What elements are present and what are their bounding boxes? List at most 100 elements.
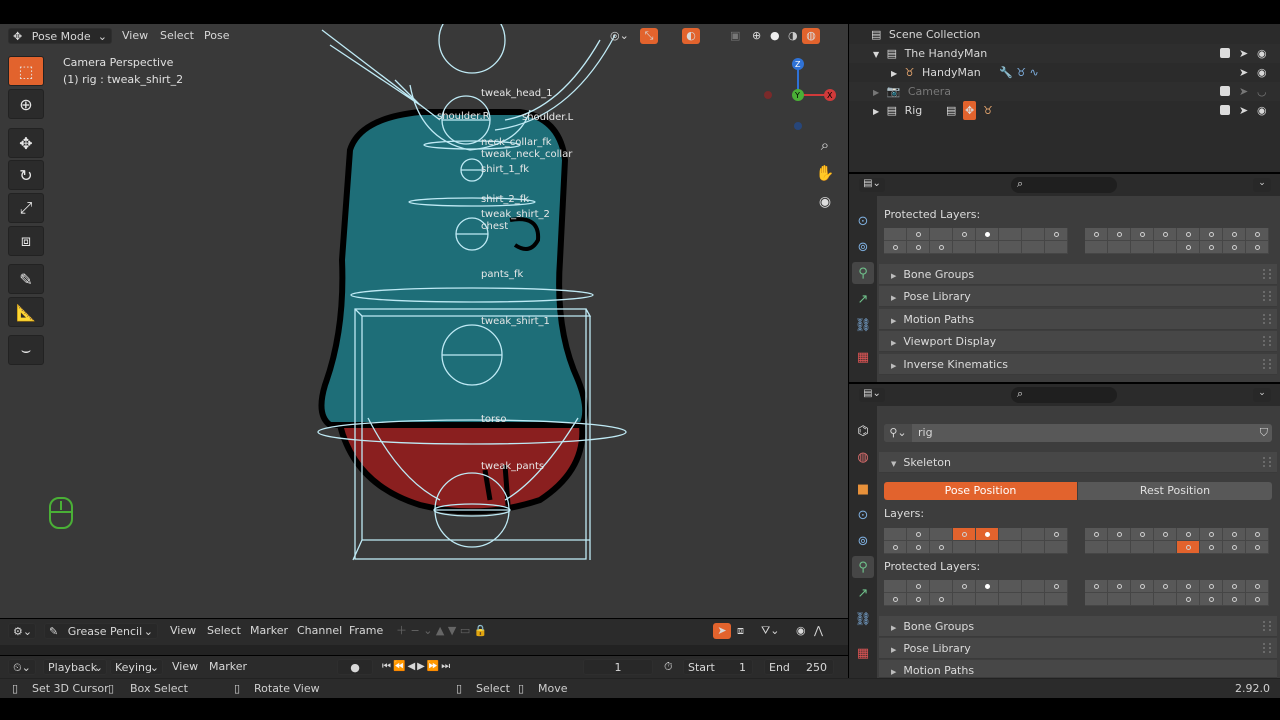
select-arrow-icon[interactable]: ➤ xyxy=(1239,82,1248,101)
layer-toggle[interactable] xyxy=(976,241,999,254)
menu-view[interactable]: View xyxy=(166,623,200,639)
armature-name-field[interactable]: ⚲⌄ rig ⛉ xyxy=(884,424,1272,442)
layer-toggle[interactable] xyxy=(1022,593,1045,606)
layer-toggle[interactable] xyxy=(1108,228,1131,241)
overlay-toggle-icon[interactable]: ◐ xyxy=(682,28,700,44)
end-frame-field[interactable]: End 250 xyxy=(764,659,834,675)
options-chevron-icon[interactable]: ⌄ xyxy=(1253,388,1271,402)
layer-toggle[interactable] xyxy=(1223,528,1246,541)
outliner-row-handyman[interactable]: ▶ ♉ HandyMan 🔧 ♉ ∿ ➤ ◉ xyxy=(849,63,1280,82)
layer-toggle[interactable] xyxy=(1223,228,1246,241)
panel-inverse-kinematics[interactable]: ▶ Inverse Kinematics xyxy=(879,354,1277,375)
protected-layers-grid-a[interactable] xyxy=(884,580,1068,606)
annotate-icon[interactable]: ✎ xyxy=(8,264,44,294)
layer-toggle[interactable] xyxy=(1022,241,1045,254)
layer-toggle[interactable] xyxy=(1246,541,1269,554)
outliner-row-scene-collection[interactable]: ▤ Scene Collection xyxy=(849,25,1280,44)
include-checkbox[interactable] xyxy=(1220,105,1230,115)
mode-dropdown[interactable]: ✥ Pose Mode ⌄ xyxy=(8,28,112,44)
armature-data-tab-icon[interactable]: ⚲ xyxy=(852,262,874,284)
layer-toggle[interactable] xyxy=(884,241,907,254)
gizmo-toggle-icon[interactable]: ⤡ xyxy=(640,28,658,44)
layer-toggle[interactable] xyxy=(1085,241,1108,254)
bone-tab-icon[interactable]: ↗ xyxy=(852,582,874,604)
eye-icon[interactable]: ◉ xyxy=(1257,44,1267,63)
zoom-icon[interactable]: ⌕ xyxy=(814,136,836,158)
record-icon[interactable]: ● xyxy=(337,659,373,675)
layer-toggle[interactable] xyxy=(930,228,953,241)
world-tab-icon[interactable]: ◍ xyxy=(852,446,874,468)
layer-toggle[interactable] xyxy=(976,580,999,593)
material-shading-icon[interactable]: ◑ xyxy=(784,28,802,44)
scale-icon[interactable]: ⤢ xyxy=(8,193,44,223)
layers-grid-b[interactable] xyxy=(1085,528,1269,554)
filter-icon[interactable]: ⛛⌄ xyxy=(757,623,783,639)
layer-toggle[interactable] xyxy=(1200,580,1223,593)
layer-toggle[interactable] xyxy=(1154,228,1177,241)
layer-toggle[interactable] xyxy=(1154,593,1177,606)
layer-toggle[interactable] xyxy=(907,541,930,554)
playback-dropdown[interactable]: Playback ⌄ xyxy=(43,659,107,675)
layer-toggle[interactable] xyxy=(1085,228,1108,241)
layer-toggle[interactable] xyxy=(976,528,999,541)
layer-toggle[interactable] xyxy=(1246,593,1269,606)
layer-toggle[interactable] xyxy=(1154,241,1177,254)
include-checkbox[interactable] xyxy=(1220,86,1230,96)
move-icon[interactable]: ✥ xyxy=(8,128,44,158)
bone-constraint-tab-icon[interactable]: ⛓ xyxy=(852,608,874,630)
layer-toggle[interactable] xyxy=(1223,593,1246,606)
layer-toggle[interactable] xyxy=(999,228,1022,241)
rendered-shading-icon[interactable]: ◍ xyxy=(802,28,820,44)
falloff-icon[interactable]: ⋀ xyxy=(810,623,827,639)
show-errors-icon[interactable]: ⧈ xyxy=(733,623,748,639)
layer-toggle[interactable] xyxy=(1022,541,1045,554)
layer-toggle[interactable] xyxy=(953,528,976,541)
layer-toggle[interactable] xyxy=(1108,241,1131,254)
panel-viewport-display[interactable]: ▶ Viewport Display xyxy=(879,331,1277,352)
armature-data-tab-icon[interactable]: ⚲ xyxy=(852,556,874,578)
layer-toggle[interactable] xyxy=(1108,541,1131,554)
properties-search-input[interactable]: ⌕ xyxy=(1011,177,1117,193)
editor-type-icon[interactable]: ⚙⌄ xyxy=(8,623,36,639)
select-arrow-icon[interactable]: ➤ xyxy=(1239,101,1248,120)
layer-toggle[interactable] xyxy=(930,541,953,554)
layer-toggle[interactable] xyxy=(1131,541,1154,554)
fake-user-shield-icon[interactable]: ⛉ xyxy=(1260,426,1268,440)
only-selected-icon[interactable]: ➤ xyxy=(713,623,731,639)
pose-position-button[interactable]: Pose Position xyxy=(884,482,1077,500)
layer-toggle[interactable] xyxy=(1177,580,1200,593)
pan-hand-icon[interactable]: ✋ xyxy=(814,164,836,186)
select-arrow-icon[interactable]: ➤ xyxy=(1239,63,1248,82)
armature-data-icon[interactable]: ⚲⌄ xyxy=(884,424,912,442)
texture-tab-icon[interactable]: ▦ xyxy=(852,642,874,664)
eye-icon[interactable]: ◉ xyxy=(1257,63,1267,82)
panel-skeleton[interactable]: ▼ Skeleton xyxy=(879,452,1277,473)
layer-toggle[interactable] xyxy=(1131,580,1154,593)
physics-tab-icon[interactable]: ⊚ xyxy=(852,530,874,552)
menu-select[interactable]: Select xyxy=(156,28,198,44)
layer-toggle[interactable] xyxy=(1131,593,1154,606)
protected-layers-grid-a[interactable] xyxy=(884,228,1068,254)
layer-toggle[interactable] xyxy=(1045,241,1068,254)
layer-toggle[interactable] xyxy=(1085,541,1108,554)
layer-toggle[interactable] xyxy=(1200,541,1223,554)
layer-toggle[interactable] xyxy=(907,580,930,593)
layer-toggle[interactable] xyxy=(1045,528,1068,541)
include-checkbox[interactable] xyxy=(1220,48,1230,58)
layer-toggle[interactable] xyxy=(1154,541,1177,554)
cursor-icon[interactable]: ⊕ xyxy=(8,89,44,119)
layer-toggle[interactable] xyxy=(1131,228,1154,241)
layer-toggle[interactable] xyxy=(1022,228,1045,241)
rotate-icon[interactable]: ↻ xyxy=(8,160,44,190)
start-frame-field[interactable]: Start 1 xyxy=(683,659,753,675)
menu-view[interactable]: View xyxy=(168,659,202,675)
layer-toggle[interactable] xyxy=(953,593,976,606)
current-frame-field[interactable]: 1 xyxy=(583,659,653,675)
panel-motion-paths[interactable]: ▶ Motion Paths xyxy=(879,309,1277,330)
eye-closed-icon[interactable]: ◡ xyxy=(1257,82,1267,101)
properties-search-input[interactable]: ⌕ xyxy=(1011,387,1117,403)
outliner-row-rig[interactable]: ▶ ▤ Rig ▤ ✥ ♉ ➤ ◉ xyxy=(849,101,1280,120)
visibility-icon[interactable]: ◎⌄ xyxy=(606,28,633,44)
layer-toggle[interactable] xyxy=(1177,541,1200,554)
proportional-icon[interactable]: ◉ xyxy=(792,623,810,639)
